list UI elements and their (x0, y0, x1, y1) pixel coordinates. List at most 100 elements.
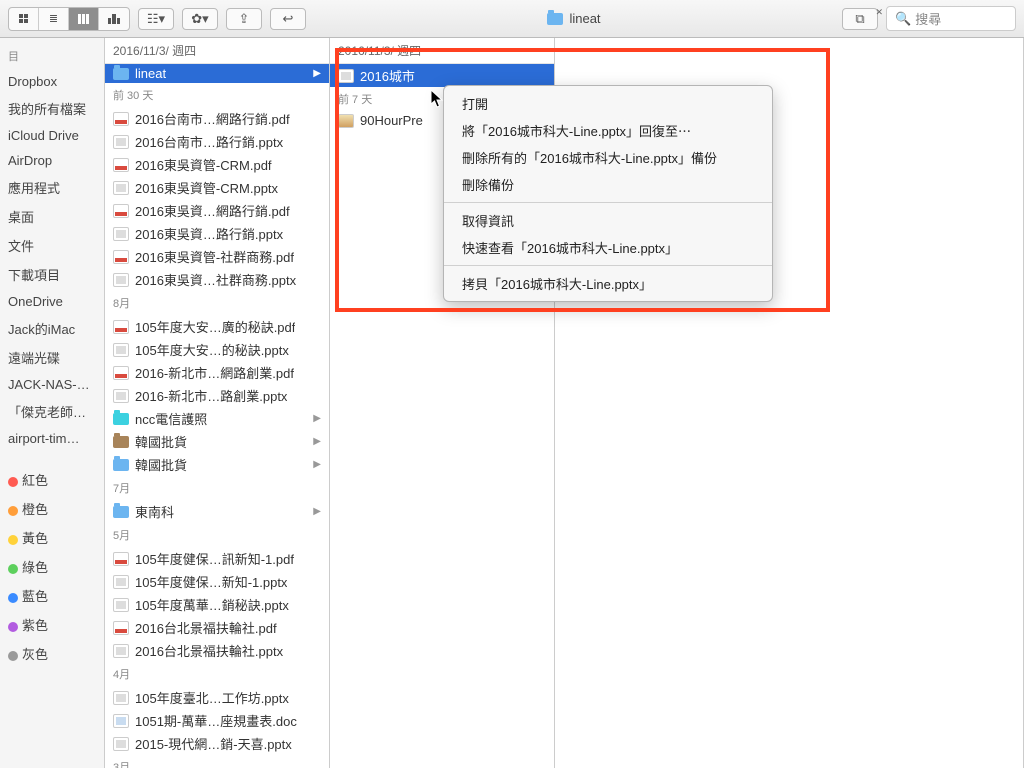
pptx-icon (113, 343, 129, 357)
file-row[interactable]: 2016-新北市…路創業.pptx (105, 384, 329, 407)
file-row[interactable]: 2016東吳資…路行銷.pptx (105, 222, 329, 245)
file-row[interactable]: 2016東吳資管-社群商務.pdf (105, 245, 329, 268)
dropbox-icon: ⧉ (855, 11, 864, 27)
columns-view-button[interactable] (69, 8, 99, 30)
file-label: 2016東吳資…社群商務.pptx (135, 270, 296, 289)
title-text: lineat (569, 11, 600, 26)
sidebar-item[interactable]: iCloud Drive (0, 123, 104, 148)
share-icon: ⇪ (239, 11, 250, 27)
sidebar-item[interactable]: 遠端光碟 (0, 343, 104, 372)
file-row[interactable]: 105年度大安…的秘訣.pptx (105, 338, 329, 361)
group-header: 3月 (105, 755, 329, 768)
dropbox-button[interactable]: ⧉ (842, 8, 878, 30)
menu-item[interactable]: 拷貝「2016城市科大-Line.pptx」 (444, 270, 772, 297)
file-row[interactable]: 2015-現代網…銷-天喜.pptx (105, 732, 329, 755)
col1-selected-label: lineat (135, 66, 166, 81)
file-row[interactable]: 105年度臺北…工作坊.pptx (105, 686, 329, 709)
sidebar-item[interactable]: Dropbox (0, 69, 104, 94)
col2-selected-label: 2016城市 (360, 66, 415, 85)
tag-dot-icon (8, 593, 18, 603)
pdf-icon (113, 204, 129, 218)
list-view-button[interactable]: ≣ (39, 8, 69, 30)
folder-cyan-icon (113, 413, 129, 425)
file-label: 2016東吳資管-CRM.pptx (135, 178, 278, 197)
file-row[interactable]: 2016東吳資管-CRM.pptx (105, 176, 329, 199)
file-row[interactable]: 105年度萬華…銷秘訣.pptx (105, 593, 329, 616)
file-row[interactable]: 2016台北景福扶輪社.pptx (105, 639, 329, 662)
pptx-icon (113, 644, 129, 658)
sidebar-item[interactable]: 文件 (0, 231, 104, 260)
sidebar-item[interactable]: 桌面 (0, 202, 104, 231)
menu-item[interactable]: 快速查看「2016城市科大-Line.pptx」 (444, 234, 772, 261)
sidebar-tag[interactable]: 橙色 (0, 494, 104, 523)
file-row[interactable]: ncc電信護照▶ (105, 407, 329, 430)
file-label: 2016台南市…路行銷.pptx (135, 132, 283, 151)
menu-item[interactable]: 打開 (444, 90, 772, 117)
file-label: 105年度臺北…工作坊.pptx (135, 688, 289, 707)
sidebar-item[interactable]: OneDrive (0, 289, 104, 314)
file-row[interactable]: 韓國批貨▶ (105, 430, 329, 453)
file-row[interactable]: 105年度大安…廣的秘訣.pdf (105, 315, 329, 338)
menu-item[interactable]: 取得資訊 (444, 207, 772, 234)
file-row[interactable]: 2016-新北市…網路創業.pdf (105, 361, 329, 384)
file-label: 2016東吳資…網路行銷.pdf (135, 201, 290, 220)
sidebar-tag[interactable]: 綠色 (0, 552, 104, 581)
pptx-icon (113, 389, 129, 403)
column-1: 2016/11/3/ 週四 lineat ▶ 前 30 天2016台南市…網路行… (105, 38, 330, 768)
sidebar-tag[interactable]: 藍色 (0, 581, 104, 610)
group-header: 7月 (105, 476, 329, 500)
group-header: 前 30 天 (105, 83, 329, 107)
file-row[interactable]: 105年度健保…訊新知-1.pdf (105, 547, 329, 570)
sidebar-tag[interactable]: 黃色 (0, 523, 104, 552)
sidebar-item[interactable]: 應用程式 (0, 173, 104, 202)
file-label: ncc電信護照 (135, 409, 207, 428)
pptx-icon (113, 691, 129, 705)
file-label: 2016台北景福扶輪社.pdf (135, 618, 277, 637)
icon-view-button[interactable] (9, 8, 39, 30)
file-row[interactable]: 2016台南市…路行銷.pptx (105, 130, 329, 153)
pdf-icon (113, 621, 129, 635)
actions-button[interactable]: ✿▾ (182, 8, 218, 30)
sidebar-tag[interactable]: 紅色 (0, 465, 104, 494)
sidebar-item[interactable]: Jack的iMac (0, 314, 104, 343)
sidebar-item[interactable]: JACK-NAS-… (0, 372, 104, 397)
arrange-button[interactable]: ☷▾ (138, 8, 174, 30)
tag-dot-icon (8, 651, 18, 661)
file-row[interactable]: 1051期-萬華…座規畫表.doc (105, 709, 329, 732)
file-label: 2016東吳資管-社群商務.pdf (135, 247, 294, 266)
pptx-icon (113, 737, 129, 751)
sidebar-item[interactable]: AirDrop (0, 148, 104, 173)
menu-item[interactable]: 刪除備份 (444, 171, 772, 198)
sidebar-tag[interactable]: 灰色 (0, 639, 104, 668)
menu-item[interactable]: 將「2016城市科大-Line.pptx」回復至⋯ (444, 117, 772, 144)
sidebar: 目Dropbox我的所有檔案iCloud DriveAirDrop應用程式桌面文… (0, 38, 105, 768)
sidebar-item[interactable]: 「傑克老師… (0, 397, 104, 426)
menu-item[interactable]: 刪除所有的「2016城市科大-Line.pptx」備份 (444, 144, 772, 171)
file-row[interactable]: 2016台北景福扶輪社.pdf (105, 616, 329, 639)
search-placeholder: 搜尋 (915, 9, 941, 28)
sidebar-tag[interactable]: 紫色 (0, 610, 104, 639)
file-row[interactable]: 韓國批貨▶ (105, 453, 329, 476)
group-header: 8月 (105, 291, 329, 315)
back-button[interactable]: ↩ (270, 8, 306, 30)
sidebar-item[interactable]: 下載項目 (0, 260, 104, 289)
col2-selected-row[interactable]: 2016城市 (330, 64, 554, 87)
pptx-icon (338, 69, 354, 83)
sidebar-item[interactable]: 我的所有檔案 (0, 94, 104, 123)
menu-separator (444, 265, 772, 266)
file-row[interactable]: 2016東吳資管-CRM.pdf (105, 153, 329, 176)
file-row[interactable]: 2016東吳資…網路行銷.pdf (105, 199, 329, 222)
coverflow-view-button[interactable] (99, 8, 129, 30)
file-row[interactable]: 105年度健保…新知-1.pptx (105, 570, 329, 593)
search-field[interactable]: 🔍 搜尋 (886, 6, 1016, 31)
share-button[interactable]: ⇪ (226, 8, 262, 30)
file-row[interactable]: 東南科▶ (105, 500, 329, 523)
sidebar-item[interactable]: airport-tim… (0, 426, 104, 451)
file-label: 2015-現代網…銷-天喜.pptx (135, 734, 292, 753)
col1-selected-row[interactable]: lineat ▶ (105, 64, 329, 83)
file-row[interactable]: 2016東吳資…社群商務.pptx (105, 268, 329, 291)
file-label: 90HourPre (360, 113, 423, 128)
file-row[interactable]: 2016台南市…網路行銷.pdf (105, 107, 329, 130)
file-label: 105年度健保…新知-1.pptx (135, 572, 287, 591)
file-label: 1051期-萬華…座規畫表.doc (135, 711, 297, 730)
